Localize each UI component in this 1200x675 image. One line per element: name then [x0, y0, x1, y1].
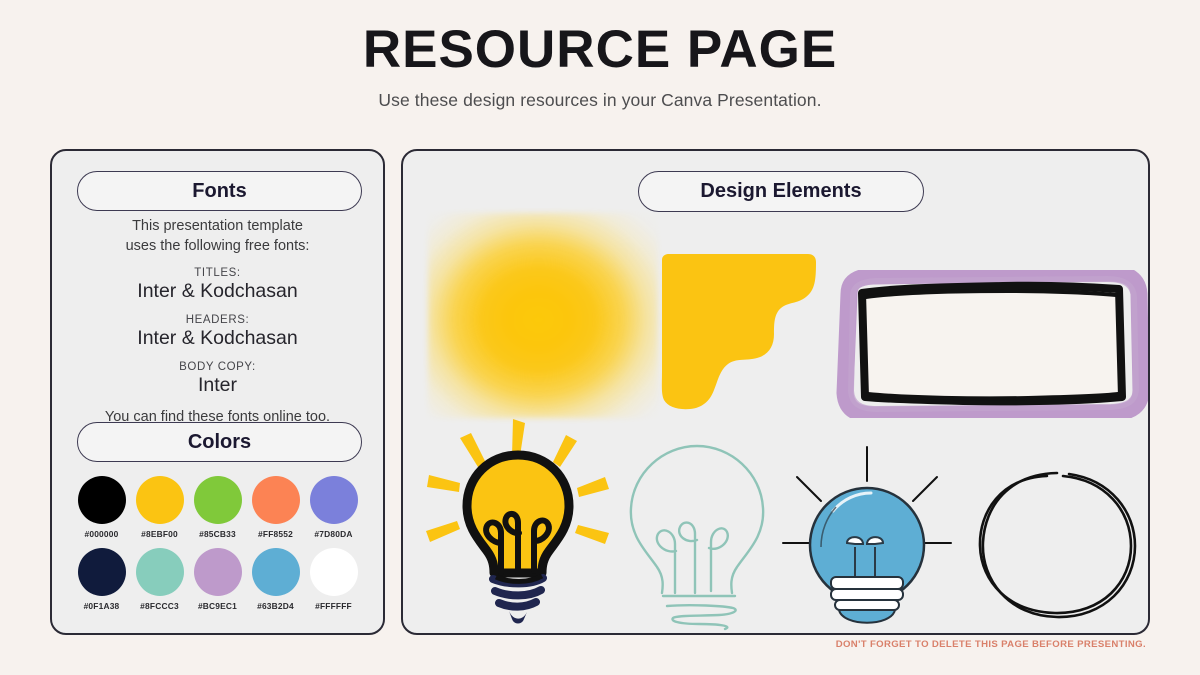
color-swatch-cell[interactable]: #8EBF00 — [132, 476, 187, 539]
font-value-titles: Inter & Kodchasan — [137, 280, 298, 303]
color-swatch-hex-label: #FF8552 — [258, 529, 293, 539]
sketch-circle-icon — [965, 454, 1148, 633]
color-swatch-cell[interactable]: #63B2D4 — [248, 548, 303, 611]
fonts-heading-pill: Fonts — [77, 171, 362, 211]
color-swatch-cell[interactable]: #0F1A38 — [74, 548, 129, 611]
color-swatch-cell[interactable]: #FFFFFF — [306, 548, 361, 611]
color-swatch-hex-label: #85CB33 — [199, 529, 236, 539]
fonts-intro-line-2: uses the following free fonts: — [125, 237, 310, 254]
color-swatch-hex-label: #8FCCC3 — [140, 601, 179, 611]
color-swatch-dot — [135, 476, 184, 524]
header: RESOURCE PAGE Use these design resources… — [0, 22, 1200, 111]
design-elements-canvas: Design Elements — [403, 151, 1148, 633]
colors-heading-pill: Colors — [77, 422, 362, 462]
color-swatch-hex-label: #BC9EC1 — [197, 601, 238, 611]
fonts-and-colors-panel: Fonts This presentation template uses th… — [50, 149, 385, 635]
fonts-intro-line-1: This presentation template — [132, 218, 303, 234]
color-swatch-cell[interactable]: #7D80DA — [306, 476, 361, 539]
color-swatch-grid: #000000 #8EBF00 #85CB33 #FF8552 #7D80DA #0F1A… — [74, 476, 365, 620]
color-swatch-hex-label: #8EBF00 — [141, 529, 178, 539]
design-elements-heading-pill: Design Elements — [638, 171, 924, 212]
colors-heading-label: Colors — [187, 430, 252, 453]
delete-page-warning: DON'T FORGET TO DELETE THIS PAGE BEFORE … — [835, 639, 1146, 650]
color-swatch-cell[interactable]: #FF8552 — [248, 476, 303, 539]
font-value-headers: Inter & Kodchasan — [137, 327, 298, 350]
color-swatch-hex-label: #63B2D4 — [257, 601, 294, 611]
color-swatch-cell[interactable]: #8FCCC3 — [132, 548, 187, 611]
color-swatch-dot — [251, 548, 300, 596]
font-label-body-copy: BODY COPY: — [179, 361, 256, 374]
color-swatch-dot — [77, 548, 126, 596]
slide-canvas: RESOURCE PAGE Use these design resources… — [0, 0, 1200, 675]
color-swatch-hex-label: #000000 — [84, 529, 119, 539]
color-swatch-hex-label: #FFFFFF — [315, 601, 352, 611]
color-swatch-hex-label: #0F1A38 — [83, 601, 120, 611]
page-title: RESOURCE PAGE — [362, 20, 838, 79]
color-swatch-dot — [135, 548, 184, 596]
color-swatch-dot — [309, 476, 358, 524]
design-elements-heading-label: Design Elements — [700, 180, 862, 202]
font-group-headers: HEADERS: Inter & Kodchasan — [52, 314, 383, 350]
color-swatch-cell[interactable]: #BC9EC1 — [190, 548, 245, 611]
font-value-body-copy: Inter — [197, 374, 238, 397]
design-elements-panel: Design Elements — [401, 149, 1150, 635]
color-swatch-hex-label: #7D80DA — [314, 529, 353, 539]
color-swatch-dot — [251, 476, 300, 524]
font-label-titles: TITLES: — [194, 267, 241, 280]
lightbulb-blue-icon — [781, 439, 953, 631]
fonts-intro: This presentation template uses the foll… — [52, 217, 383, 256]
font-group-body-copy: BODY COPY: Inter — [52, 361, 383, 397]
color-swatch-cell[interactable]: #000000 — [74, 476, 129, 539]
lightbulb-yellow-icon — [413, 411, 623, 633]
lightbulb-teal-outline-icon — [615, 436, 780, 631]
color-swatch-dot — [193, 548, 242, 596]
yellow-blob-icon — [656, 252, 826, 412]
color-swatch-dot — [193, 476, 242, 524]
color-swatch-cell[interactable]: #85CB33 — [190, 476, 245, 539]
font-label-headers: HEADERS: — [185, 314, 250, 327]
sun-glow-icon — [428, 213, 658, 418]
page-subtitle: Use these design resources in your Canva… — [378, 89, 822, 110]
purple-black-frame-icon — [833, 264, 1148, 424]
color-swatch-dot — [77, 476, 126, 524]
font-group-titles: TITLES: Inter & Kodchasan — [52, 267, 383, 303]
fonts-heading-label: Fonts — [192, 179, 247, 202]
color-swatch-dot — [309, 548, 358, 596]
fonts-body: This presentation template uses the foll… — [52, 217, 383, 425]
